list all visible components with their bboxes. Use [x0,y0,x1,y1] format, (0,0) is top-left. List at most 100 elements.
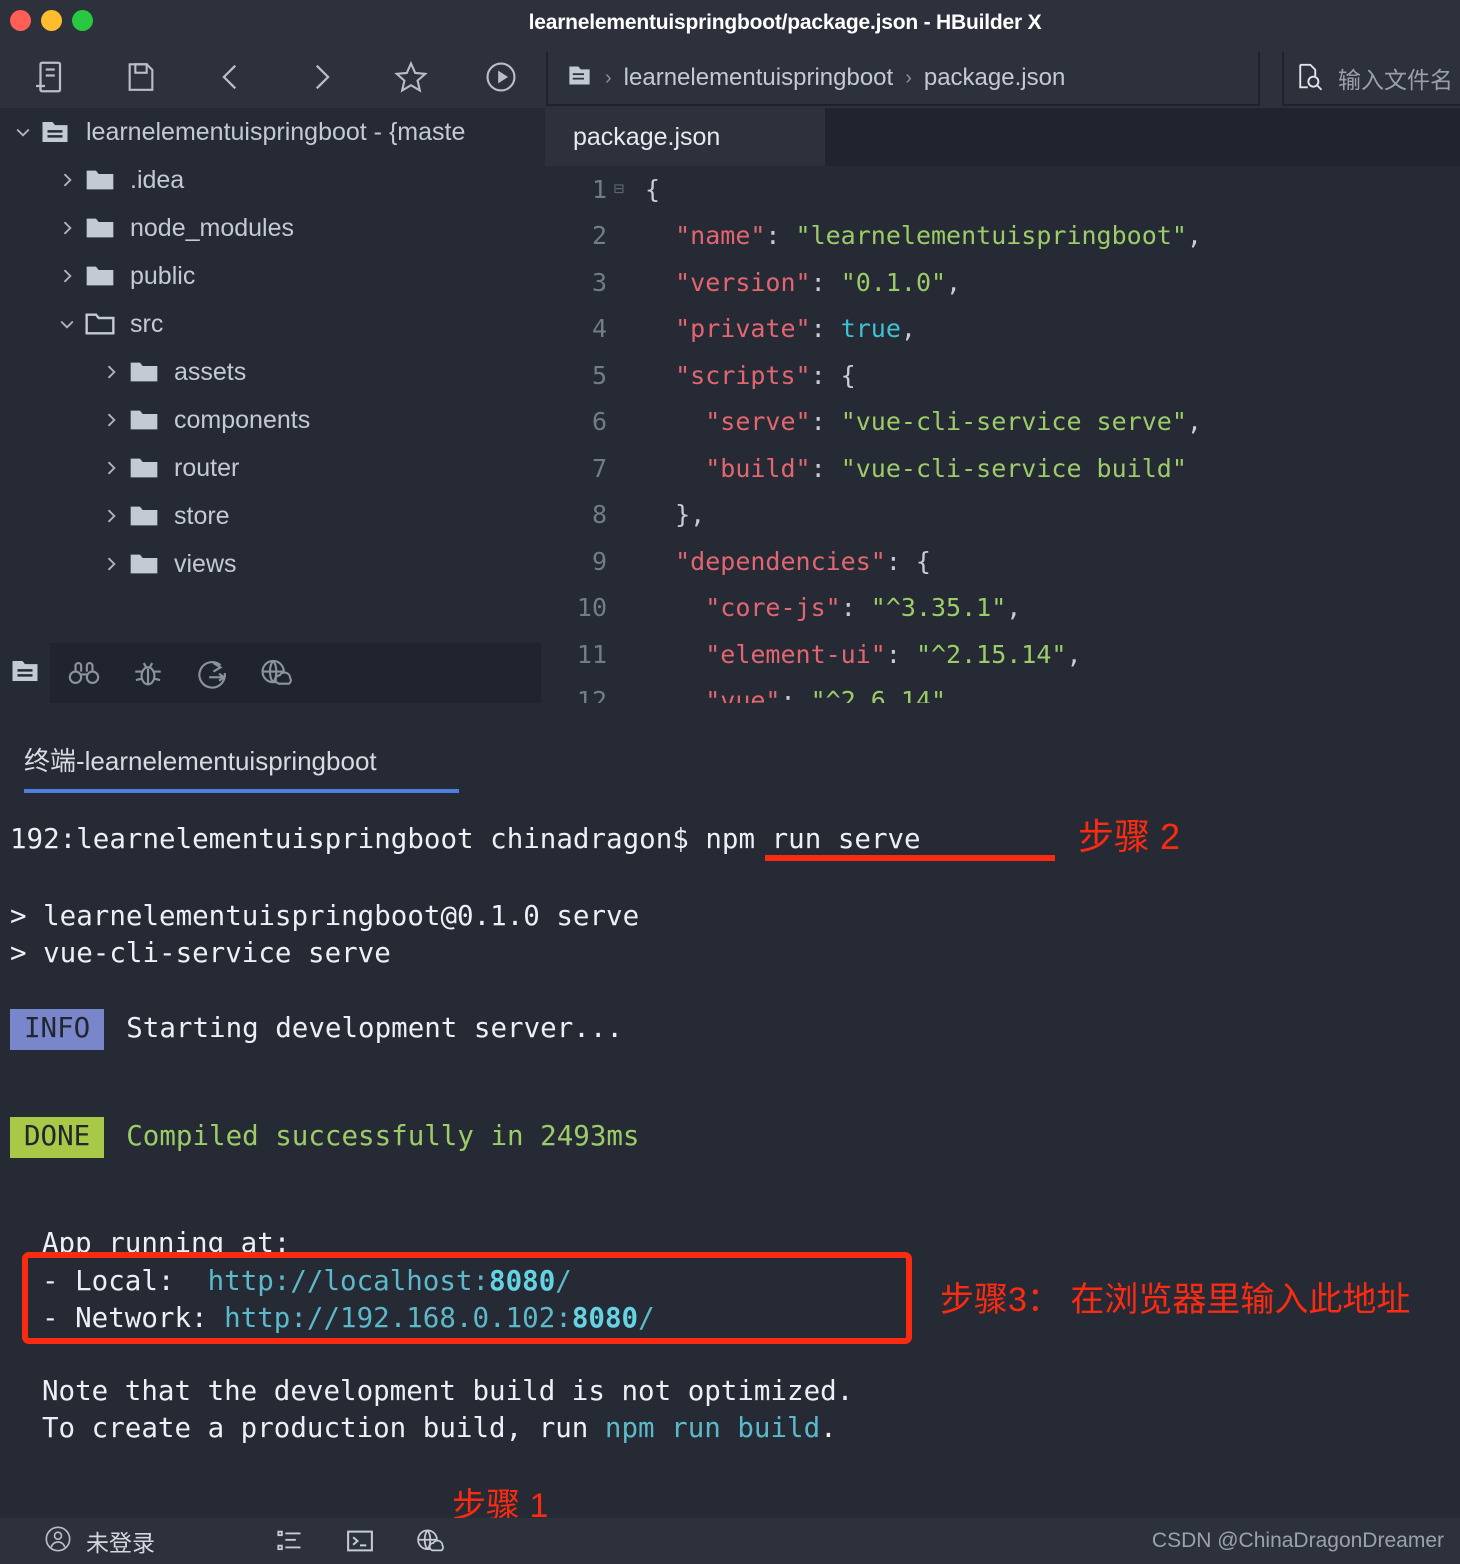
code-line[interactable]: 8 }, [545,492,1460,539]
tree-item-.idea[interactable]: .idea [0,156,541,204]
outline-list-icon[interactable] [268,1519,312,1563]
project-icon [40,117,84,147]
chevron-right-icon[interactable] [94,554,128,574]
back-icon[interactable] [186,46,276,108]
tree-item-store[interactable]: store [0,492,541,540]
tree-item-assets[interactable]: assets [0,348,541,396]
sidebar-tab-project[interactable] [0,643,50,703]
code-line[interactable]: 6 "serve": "vue-cli-service serve", [545,399,1460,446]
cloud-globe-icon[interactable] [408,1519,452,1563]
code-token: "^2.15.14" [915,639,1067,669]
code-line-text: "scripts": { [631,361,856,390]
account-status[interactable]: 未登录 [44,1524,155,1558]
favorite-star-icon[interactable] [366,46,456,108]
chevron-right-icon[interactable] [94,458,128,478]
breadcrumb-item-file[interactable]: package.json [924,64,1065,92]
tree-item-label: learnelementuispringboot - {maste [86,117,466,146]
code-lines[interactable]: 1 ⊟ {2 "name": "learnelementuispringboot",… [545,166,1460,703]
note-build-command: npm run build [604,1412,821,1444]
code-token: true [840,314,901,344]
window-title: learnelementuispringboot/package.json - … [528,11,1042,34]
project-file-tree[interactable]: learnelementuispringboot - {maste .idea no… [0,108,541,643]
run-icon[interactable] [456,46,546,108]
tree-item-public[interactable]: public [0,252,541,300]
code-line[interactable]: 10 "core-js": "^3.35.1", [545,585,1460,632]
folder-icon [128,548,172,580]
code-line[interactable]: 2 "name": "learnelementuispringboot", [545,213,1460,260]
terminal-done-line: DONE Compiled successfully in 2493ms [10,1117,639,1158]
terminal-tab-label[interactable]: 终端-learnelementuispringboot [24,741,377,790]
tree-item-views[interactable]: views [0,540,541,588]
chevron-right-icon[interactable] [94,506,128,526]
chevron-right-icon[interactable] [94,410,128,430]
code-line[interactable]: 4 "private": true, [545,306,1460,353]
folder-icon [84,164,128,196]
folder-icon [128,452,172,484]
code-line-text: "dependencies": { [631,547,931,576]
terminal-output[interactable]: 192:learnelementuispringboot chinadragon… [0,813,1460,1508]
code-token: "vue-cli-service serve" [840,407,1187,437]
title-bar: learnelementuispringboot/package.json - … [0,0,1460,46]
chevron-down-icon[interactable] [6,122,40,142]
tree-item-label: components [174,405,311,434]
bug-debug-icon[interactable] [126,643,170,703]
code-line[interactable]: 5 "scripts": { [545,352,1460,399]
breadcrumb[interactable]: › learnelementuispringboot › package.jso… [546,52,1260,106]
folder-icon [128,404,172,436]
code-token: "name" [675,221,766,251]
terminal-panel[interactable]: 终端-learnelementuispringboot 192:learnele… [0,705,1460,1508]
file-search-box[interactable]: 输入文件名 [1282,52,1460,106]
tree-item-node_modules[interactable]: node_modules [0,204,541,252]
new-file-icon[interactable] [6,46,96,108]
editor-tab-package-json[interactable]: package.json [545,108,825,166]
tree-item-components[interactable]: components [0,396,541,444]
annotation-step-2: 步骤 2 [1078,816,1181,857]
code-line-text: "vue": "^2.6.14" [631,686,946,703]
chevron-right-icon[interactable] [50,170,84,190]
code-line[interactable]: 3 "version": "0.1.0", [545,259,1460,306]
line-number: 1 [591,174,607,204]
terminal-command: npm run serve [705,823,921,855]
code-editor[interactable]: package.json 1 ⊟ {2 "name": "learnelementu… [545,108,1460,703]
tree-item-router[interactable]: router [0,444,541,492]
code-line[interactable]: 12 "vue": "^2.6.14" [545,678,1460,703]
cloud-globe-icon[interactable] [254,643,298,703]
code-line[interactable]: 9 "dependencies": { [545,538,1460,585]
code-line[interactable]: 11 "element-ui": "^2.15.14", [545,631,1460,678]
tree-item-learnelementuispringboot-maste[interactable]: learnelementuispringboot - {maste [0,108,541,156]
chevron-right-icon[interactable] [94,362,128,382]
code-token: : [765,221,796,251]
code-token: "build" [705,453,811,483]
save-icon[interactable] [96,46,186,108]
tree-item-src[interactable]: src [0,300,541,348]
done-text: Compiled successfully in 2493ms [126,1120,640,1152]
binoculars-search-icon[interactable] [62,643,106,703]
folder-icon [128,500,172,532]
fold-marker-icon[interactable]: ⊟ [607,179,631,199]
code-token: "vue" [705,686,781,703]
breadcrumb-item-project[interactable]: learnelementuispringboot [624,64,894,92]
line-number: 3 [591,267,607,297]
line-number: 5 [591,360,607,390]
forward-icon[interactable] [276,46,366,108]
chevron-right-icon[interactable] [50,266,84,286]
code-token: "core-js" [705,593,841,623]
chevron-right-icon[interactable] [50,218,84,238]
request-arrow-icon[interactable] [190,643,234,703]
tree-item-label: .idea [130,165,185,194]
code-line-text: "element-ui": "^2.15.14", [631,639,1081,669]
terminal-icon[interactable] [338,1519,382,1563]
code-token: : { [810,360,856,390]
chevron-down-icon[interactable] [50,314,84,334]
line-number: 11 [576,639,607,669]
code-line[interactable]: 1 ⊟ { [545,166,1460,213]
code-line[interactable]: 7 "build": "vue-cli-service build" [545,445,1460,492]
code-token: : [810,407,841,437]
code-token: , [946,267,962,297]
status-bar: 未登录 CSDN @ChinaDragonDreamer [0,1518,1460,1564]
main-toolbar: › learnelementuispringboot › package.jso… [0,46,1460,108]
file-search-placeholder: 输入文件名 [1338,67,1453,93]
